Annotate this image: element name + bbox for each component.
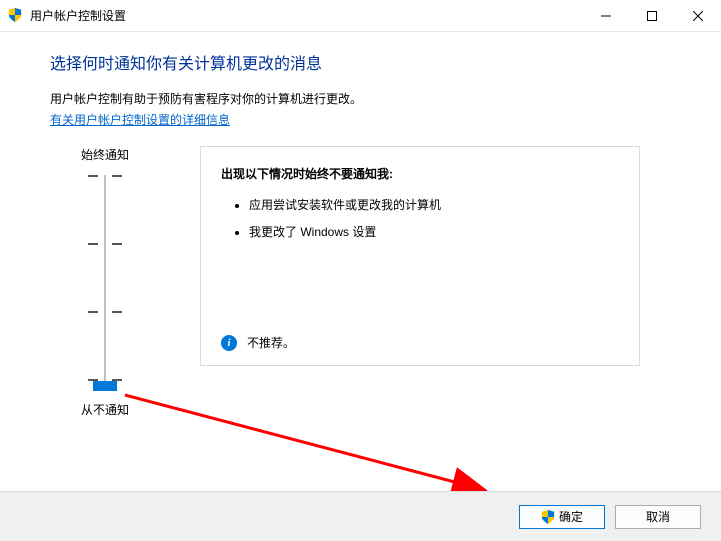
info-list-item: 应用尝试安装软件或更改我的计算机 — [249, 196, 619, 213]
main-area: 始终通知 从不通知 出现以下情况时始终不要通知我: 应用尝试安装软件或更改我的计… — [50, 146, 671, 418]
ok-button-label: 确定 — [559, 508, 583, 525]
slider-top-label: 始终通知 — [50, 146, 160, 163]
minimize-button[interactable] — [583, 0, 629, 31]
description-text: 用户帐户控制有助于预防有害程序对你的计算机进行更改。 — [50, 90, 671, 107]
notification-slider[interactable] — [75, 171, 135, 391]
info-icon: i — [221, 335, 237, 351]
info-list: 应用尝试安装软件或更改我的计算机 我更改了 Windows 设置 — [221, 196, 619, 240]
maximize-button[interactable] — [629, 0, 675, 31]
more-info-link[interactable]: 有关用户帐户控制设置的详细信息 — [50, 111, 230, 128]
content-area: 选择何时通知你有关计算机更改的消息 用户帐户控制有助于预防有害程序对你的计算机进… — [0, 32, 721, 418]
cancel-button-label: 取消 — [646, 508, 670, 525]
page-heading: 选择何时通知你有关计算机更改的消息 — [50, 50, 671, 74]
footer-bar: 确定 取消 — [0, 491, 721, 541]
info-title: 出现以下情况时始终不要通知我: — [221, 165, 619, 182]
cancel-button[interactable]: 取消 — [615, 505, 701, 529]
info-panel: 出现以下情况时始终不要通知我: 应用尝试安装软件或更改我的计算机 我更改了 Wi… — [200, 146, 640, 366]
slider-bottom-label: 从不通知 — [50, 401, 160, 418]
slider-column: 始终通知 从不通知 — [50, 146, 160, 418]
titlebar: 用户帐户控制设置 — [0, 0, 721, 32]
info-footer-text: 不推荐。 — [247, 334, 295, 351]
window-controls — [583, 0, 721, 31]
slider-thumb[interactable] — [93, 381, 117, 391]
shield-icon — [541, 510, 555, 524]
window-title: 用户帐户控制设置 — [30, 7, 583, 24]
ok-button[interactable]: 确定 — [519, 505, 605, 529]
shield-icon — [8, 8, 24, 24]
info-footer: i 不推荐。 — [221, 334, 295, 351]
close-button[interactable] — [675, 0, 721, 31]
info-list-item: 我更改了 Windows 设置 — [249, 223, 619, 240]
